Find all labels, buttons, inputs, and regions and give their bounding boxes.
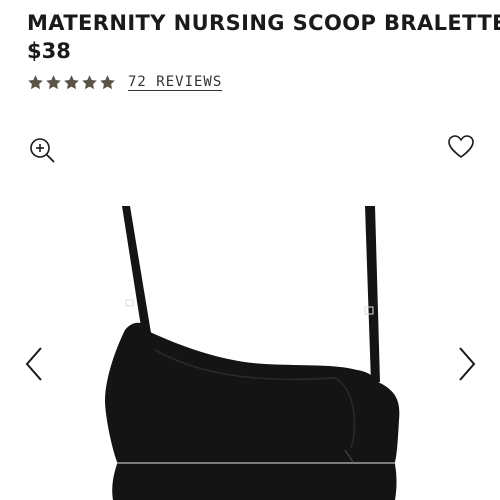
star-icon — [64, 74, 79, 89]
chevron-left-icon[interactable] — [22, 345, 46, 383]
reviews-link[interactable]: 72 REVIEWS — [128, 74, 222, 90]
right-strap — [365, 206, 380, 383]
chevron-right-icon[interactable] — [455, 345, 479, 383]
star-icon — [100, 74, 115, 89]
product-image[interactable] — [95, 200, 405, 500]
zoom-in-icon[interactable] — [28, 136, 56, 164]
bralette-body — [105, 322, 400, 462]
star-icon — [82, 74, 97, 89]
rating-row: 72 REVIEWS — [27, 72, 222, 92]
product-price: $38 — [27, 39, 71, 63]
heart-icon[interactable] — [447, 133, 475, 161]
product-title: MATERNITY NURSING SCOOP BRALETTE — [27, 11, 500, 35]
star-icon — [28, 74, 43, 89]
under-band — [112, 464, 397, 500]
star-rating — [27, 74, 116, 91]
star-icon — [46, 74, 61, 89]
